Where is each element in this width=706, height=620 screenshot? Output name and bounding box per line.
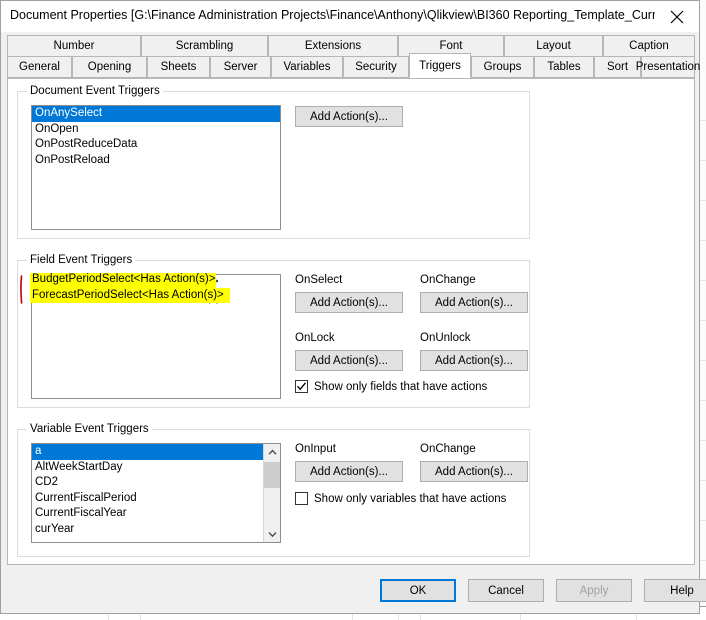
tab-number[interactable]: Number (7, 35, 141, 57)
tab-triggers[interactable]: Triggers (409, 53, 471, 78)
dialog-title: Document Properties [G:\Finance Administ… (10, 8, 655, 22)
tab-label: Number (53, 40, 95, 52)
field-onselect-add-actions-button[interactable]: Add Action(s)... (295, 292, 403, 313)
tab-caption[interactable]: Caption (603, 35, 695, 57)
scroll-thumb[interactable] (264, 462, 280, 488)
field-onlock-add-actions-button[interactable]: Add Action(s)... (295, 350, 403, 371)
field-event-triggers-legend: Field Event Triggers (27, 254, 136, 266)
tab-label: Presentation (635, 61, 701, 73)
show-only-fields-with-actions-label: Show only fields that have actions (314, 380, 488, 393)
tab-label: Opening (87, 61, 132, 73)
tab-label: Variables (283, 61, 331, 73)
tab-sort[interactable]: Sort (594, 56, 641, 78)
show-only-fields-with-actions-checkbox[interactable]: Show only fields that have actions (295, 380, 487, 393)
tab-general[interactable]: General (7, 56, 72, 78)
variable-event-item[interactable]: CurrentFiscalYear (32, 506, 280, 522)
highlighted-field-label: ForecastPeriodSelect<Has Action(s)> (32, 288, 224, 301)
tab-presentation[interactable]: Presentation (636, 56, 700, 78)
tab-label: Tables (547, 61, 581, 73)
tab-variables[interactable]: Variables (271, 56, 343, 78)
field-onselect-label: OnSelect (295, 274, 343, 286)
variable-event-item[interactable]: CurrentFiscalPeriod (32, 491, 280, 507)
triggers-tab-page: Document Event Triggers OnAnySelect OnOpe… (7, 78, 695, 565)
variable-event-list[interactable]: a AltWeekStartDay CD2 CurrentFiscalPeriod Cu… (31, 443, 281, 543)
tab-tables[interactable]: Tables (534, 56, 594, 78)
variable-list-scrollbar[interactable] (263, 444, 280, 542)
property-tabstrip: Number Scrambling Extensions Font Layout Capt… (7, 35, 700, 79)
cancel-button[interactable]: Cancel (468, 579, 544, 602)
show-only-variables-with-actions-label: Show only variables that have actions (314, 492, 507, 505)
chevron-down-icon (268, 531, 277, 538)
tab-label: Extensions (304, 40, 362, 52)
close-button[interactable] (655, 1, 699, 32)
document-event-list[interactable]: OnAnySelect OnOpen OnPostReduceData OnPostR… (31, 105, 281, 230)
tab-label: Sort (606, 61, 629, 73)
tab-label: Groups (483, 61, 522, 73)
dialog-titlebar: Document Properties [G:\Finance Administ… (1, 1, 699, 32)
tab-label: Sheets (160, 61, 197, 73)
variable-oninput-add-actions-button[interactable]: Add Action(s)... (295, 461, 403, 482)
field-onchange-add-actions-button[interactable]: Add Action(s)... (420, 292, 528, 313)
dialog-footer: OK Cancel Apply Help (2, 566, 706, 612)
variable-onchange-add-actions-button[interactable]: Add Action(s)... (420, 461, 528, 482)
show-only-variables-with-actions-checkbox[interactable]: Show only variables that have actions (295, 492, 506, 505)
help-button[interactable]: Help (644, 579, 706, 602)
document-event-item[interactable]: OnPostReduceData (32, 137, 280, 153)
tabstrip-row-bottom: General Opening Sheets Server Variables Secur… (7, 53, 700, 78)
field-onunlock-add-actions-button[interactable]: Add Action(s)... (420, 350, 528, 371)
variable-event-item[interactable]: a (32, 444, 280, 460)
apply-button: Apply (556, 579, 632, 602)
tab-security[interactable]: Security (343, 56, 409, 78)
tab-scrambling[interactable]: Scrambling (141, 35, 268, 57)
tab-label: Security (355, 61, 397, 73)
close-icon (670, 10, 684, 24)
background-right-sliver (699, 0, 706, 620)
document-add-actions-button[interactable]: Add Action(s)... (295, 106, 403, 127)
field-onlock-label: OnLock (295, 332, 335, 344)
tab-extensions[interactable]: Extensions (268, 35, 398, 57)
tab-server[interactable]: Server (210, 56, 271, 78)
tabstrip-row-top: Number Scrambling Extensions Font Layout Capt… (7, 35, 695, 57)
variable-onchange-label: OnChange (420, 443, 476, 455)
variable-event-item[interactable]: curYear (32, 522, 280, 538)
tab-label: Layout (536, 40, 571, 52)
variable-event-triggers-legend: Variable Event Triggers (27, 423, 152, 435)
document-event-item[interactable]: OnAnySelect (32, 106, 280, 122)
variable-oninput-label: OnInput (295, 443, 336, 455)
tab-opening[interactable]: Opening (72, 56, 147, 78)
document-event-item[interactable]: OnOpen (32, 122, 280, 138)
variable-event-item[interactable]: CD2 (32, 475, 280, 491)
tab-label: Scrambling (175, 40, 234, 52)
variable-event-triggers-group: Variable Event Triggers a AltWeekStartDa… (17, 423, 530, 557)
tab-label: Caption (629, 40, 669, 52)
chevron-up-icon (268, 449, 277, 456)
field-onchange-label: OnChange (420, 274, 476, 286)
tab-label: Server (223, 61, 258, 73)
highlighted-field-label: BudgetPeriodSelect<Has Action(s)> (32, 273, 216, 285)
tab-layout[interactable]: Layout (504, 35, 603, 57)
tab-label: Triggers (419, 59, 461, 72)
scroll-down-arrow[interactable] (264, 526, 280, 542)
document-event-triggers-legend: Document Event Triggers (27, 85, 163, 97)
ok-button[interactable]: OK (380, 579, 456, 602)
variable-event-item[interactable]: AltWeekStartDay (32, 460, 280, 476)
field-onunlock-label: OnUnlock (420, 332, 471, 344)
scroll-up-arrow[interactable] (264, 444, 280, 460)
tab-label: General (19, 61, 60, 73)
document-event-item[interactable]: OnPostReload (32, 153, 280, 169)
checkbox-checked-icon (295, 380, 308, 393)
document-properties-dialog: Document Properties [G:\Finance Administ… (0, 0, 706, 614)
checkbox-unchecked-icon (295, 492, 308, 505)
tab-label: Font (439, 40, 463, 52)
tab-groups[interactable]: Groups (471, 56, 534, 78)
tab-sheets[interactable]: Sheets (147, 56, 210, 78)
document-event-triggers-group: Document Event Triggers OnAnySelect OnOpe… (17, 85, 530, 239)
